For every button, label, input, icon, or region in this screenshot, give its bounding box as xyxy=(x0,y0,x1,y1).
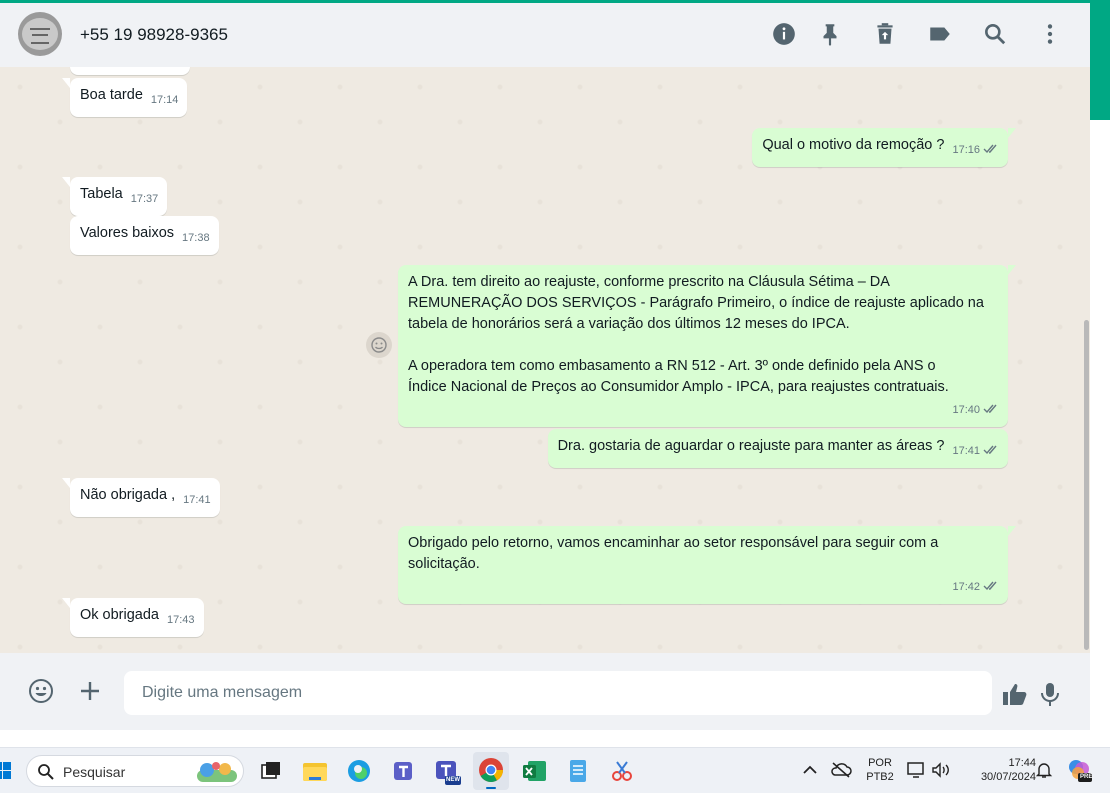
delete-icon[interactable] xyxy=(872,21,898,47)
copilot-icon[interactable]: PRE xyxy=(1066,757,1092,783)
onedrive-offline-icon[interactable] xyxy=(830,760,852,780)
taskbar-clock[interactable]: 17:44 30/07/2024 xyxy=(958,756,1036,784)
copilot-badge: PRE xyxy=(1080,774,1093,780)
chevron-up-icon[interactable] xyxy=(800,760,820,780)
taskbar-search-box[interactable]: Pesquisar xyxy=(26,755,244,787)
teams-new-icon[interactable]: NEW xyxy=(432,756,462,786)
message-text: Valores baixos xyxy=(80,225,175,241)
pin-icon[interactable] xyxy=(817,21,843,47)
notepad-icon[interactable] xyxy=(563,756,593,786)
double-check-icon xyxy=(983,144,997,154)
double-check-icon xyxy=(983,404,997,414)
windows-taskbar: Pesquisar NEW POR PTB2 17:44 30/07/2024 … xyxy=(0,747,1110,793)
message-bubble-incoming[interactable]: Boa tarde 17:14 xyxy=(61,78,188,117)
whatsapp-window: +55 19 98928-9365 Boa tarde 17:14 Qual o … xyxy=(0,0,1090,730)
menu-icon[interactable] xyxy=(1037,21,1063,47)
snipping-tool-icon[interactable] xyxy=(607,756,637,786)
message-text: Não obrigada , xyxy=(80,487,176,503)
message-bubble-outgoing[interactable]: A Dra. tem direito ao reajuste, conforme… xyxy=(398,265,1016,427)
message-list[interactable]: Boa tarde 17:14 Qual o motivo da remoção … xyxy=(0,67,1090,653)
excel-icon[interactable] xyxy=(520,756,550,786)
search-highlight-icon xyxy=(197,762,237,782)
message-bubble-incoming[interactable]: Ok obrigada 17:43 xyxy=(62,598,204,637)
task-view-icon[interactable] xyxy=(256,756,286,786)
notification-bell-icon[interactable] xyxy=(1034,760,1054,780)
message-bubble-incoming[interactable]: Valores baixos 17:38 xyxy=(70,216,219,255)
message-time: 17:37 xyxy=(130,193,159,205)
contact-avatar[interactable] xyxy=(18,12,62,56)
message-input[interactable] xyxy=(124,671,992,715)
network-icon[interactable] xyxy=(906,760,928,780)
label-icon[interactable] xyxy=(927,21,953,47)
thumbs-up-icon[interactable] xyxy=(1001,680,1029,708)
emoji-icon[interactable] xyxy=(27,677,55,705)
message-time: 17:14 xyxy=(150,94,179,106)
message-bubble-outgoing[interactable]: Qual o motivo da remoção ? 17:16 xyxy=(752,128,1016,167)
message-text: A Dra. tem direito ao reajuste, conforme… xyxy=(408,274,984,395)
background-window-edge xyxy=(1090,0,1110,727)
info-icon[interactable] xyxy=(771,21,797,47)
message-time: 17:43 xyxy=(167,614,195,626)
message-text: Tabela xyxy=(80,186,123,202)
message-bubble-incoming[interactable]: Não obrigada , 17:41 xyxy=(62,478,220,517)
chrome-icon[interactable] xyxy=(473,752,509,790)
microphone-icon[interactable] xyxy=(1036,680,1064,708)
file-explorer-icon[interactable] xyxy=(300,756,330,786)
message-time: 17:41 xyxy=(183,494,211,506)
attach-plus-icon[interactable] xyxy=(76,677,104,705)
taskbar-search-label: Pesquisar xyxy=(63,764,126,780)
emoji-reaction-button[interactable] xyxy=(366,332,392,358)
scrollbar-track[interactable] xyxy=(1082,73,1090,650)
volume-icon[interactable] xyxy=(930,760,952,780)
edge-browser-icon[interactable] xyxy=(344,756,374,786)
contact-name[interactable]: +55 19 98928-9365 xyxy=(80,25,228,45)
teams-icon[interactable] xyxy=(388,756,418,786)
message-time: 17:38 xyxy=(182,232,210,244)
teams-new-badge: NEW xyxy=(446,777,460,783)
message-time: 17:16 xyxy=(952,144,980,156)
double-check-icon xyxy=(983,445,997,455)
message-text: Dra. gostaria de aguardar o reajuste par… xyxy=(557,438,945,454)
message-bubble-incoming[interactable]: Tabela 17:37 xyxy=(61,177,168,216)
message-time: 17:42 xyxy=(952,581,980,593)
message-text: Ok obrigada xyxy=(80,607,159,623)
message-text: Boa tarde xyxy=(80,87,143,103)
message-text: Obrigado pelo retorno, vamos encaminhar … xyxy=(408,535,939,572)
message-bubble-outgoing[interactable]: Dra. gostaria de aguardar o reajuste par… xyxy=(547,429,1008,468)
double-check-icon xyxy=(983,581,997,591)
message-bubble-partial xyxy=(70,67,190,75)
input-language[interactable]: POR PTB2 xyxy=(860,756,900,784)
search-icon[interactable] xyxy=(982,21,1008,47)
message-time: 17:40 xyxy=(952,404,980,416)
start-windows-icon[interactable] xyxy=(0,756,12,786)
message-time: 17:41 xyxy=(952,445,980,457)
search-icon xyxy=(38,764,54,780)
scrollbar-thumb[interactable] xyxy=(1084,320,1089,650)
message-bubble-outgoing[interactable]: Obrigado pelo retorno, vamos encaminhar … xyxy=(398,526,1016,604)
chat-header: +55 19 98928-9365 xyxy=(0,3,1090,67)
message-text: Qual o motivo da remoção ? xyxy=(762,137,945,153)
composer-bar xyxy=(0,653,1090,730)
